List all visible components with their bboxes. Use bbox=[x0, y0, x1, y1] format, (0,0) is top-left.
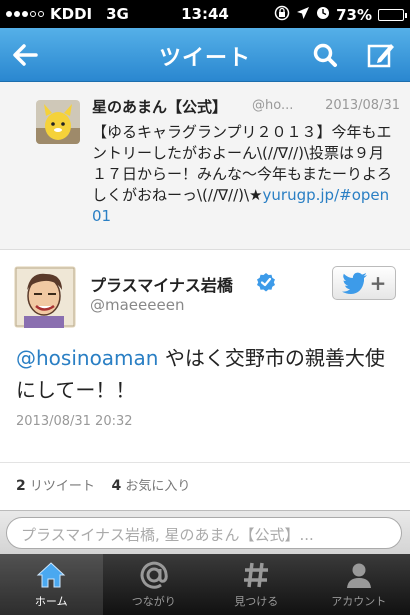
status-bar: KDDI 3G 13:44 73% bbox=[0, 0, 410, 28]
follow-button[interactable]: + bbox=[332, 266, 396, 300]
page-title: ツイート bbox=[158, 46, 251, 71]
tweet-date: 2013/08/31 20:32 bbox=[16, 414, 133, 429]
avatar[interactable] bbox=[36, 100, 80, 144]
tab-label: つながり bbox=[131, 595, 176, 608]
compose-icon bbox=[367, 44, 394, 68]
twitter-bird-icon bbox=[341, 272, 367, 294]
compose-button[interactable] bbox=[364, 38, 398, 72]
alarm-icon bbox=[316, 6, 330, 24]
location-icon bbox=[296, 6, 310, 24]
parent-tweet[interactable]: 星のあまん【公式】 @ho... 2013/08/31 【ゆるキャラグランプリ２… bbox=[0, 82, 410, 250]
retweet-label: リツイート bbox=[29, 479, 95, 494]
retweets-stat[interactable]: 2 リツイート bbox=[16, 478, 95, 494]
favorite-count: 4 bbox=[111, 478, 122, 494]
tab-home[interactable]: ホーム bbox=[0, 554, 103, 615]
author-name[interactable]: 星のあまん【公式】 bbox=[92, 96, 227, 117]
battery-percent: 73% bbox=[336, 6, 372, 24]
author-name[interactable]: プラスマイナス岩橋 bbox=[90, 272, 233, 296]
tweet-stats: 2 リツイート 4 お気に入り bbox=[0, 462, 410, 506]
reply-input[interactable]: プラスマイナス岩橋, 星のあまん【公式】... bbox=[6, 517, 402, 549]
tab-label: アカウント bbox=[331, 595, 387, 608]
tweet-text: @hosinoaman やはく交野市の親善大使にしてー！！ bbox=[16, 342, 396, 406]
avatar[interactable] bbox=[14, 266, 76, 328]
tab-label: 見つける bbox=[234, 595, 279, 608]
tab-label: ホーム bbox=[34, 595, 68, 608]
battery-icon bbox=[378, 9, 407, 21]
verified-badge-icon bbox=[256, 272, 276, 296]
tweet-text: 【ゆるキャラグランプリ２０１３】今年もエントリーしたがおよーん\(//∇//)\… bbox=[92, 122, 396, 227]
at-icon bbox=[139, 560, 169, 590]
tab-connect[interactable]: つながり bbox=[103, 554, 206, 615]
author-handle: @ho... bbox=[252, 98, 294, 113]
tab-account[interactable]: アカウント bbox=[308, 554, 410, 615]
author-handle: @maeeeeen bbox=[90, 296, 185, 314]
rotation-lock-icon bbox=[274, 5, 290, 25]
navigation-bar: ツイート bbox=[0, 28, 410, 82]
favorites-stat[interactable]: 4 お気に入り bbox=[111, 478, 191, 494]
plus-icon: + bbox=[369, 271, 387, 295]
tab-discover[interactable]: 見つける bbox=[205, 554, 308, 615]
mention-link[interactable]: @hosinoaman bbox=[16, 346, 158, 370]
retweet-count: 2 bbox=[16, 478, 26, 494]
search-button[interactable] bbox=[308, 38, 342, 72]
tab-bar: ホーム つながり 見つける アカウント bbox=[0, 554, 410, 615]
person-icon bbox=[344, 560, 374, 590]
focused-tweet: プラスマイナス岩橋 @maeeeeen + @hosinoaman やはく交野市… bbox=[0, 250, 410, 510]
tweet-date: 2013/08/31 bbox=[325, 98, 400, 113]
favorite-label: お気に入り bbox=[125, 479, 191, 494]
hash-icon bbox=[241, 560, 271, 590]
home-icon bbox=[36, 560, 66, 590]
reply-bar: プラスマイナス岩橋, 星のあまん【公式】... bbox=[0, 510, 410, 554]
search-icon bbox=[313, 43, 337, 67]
